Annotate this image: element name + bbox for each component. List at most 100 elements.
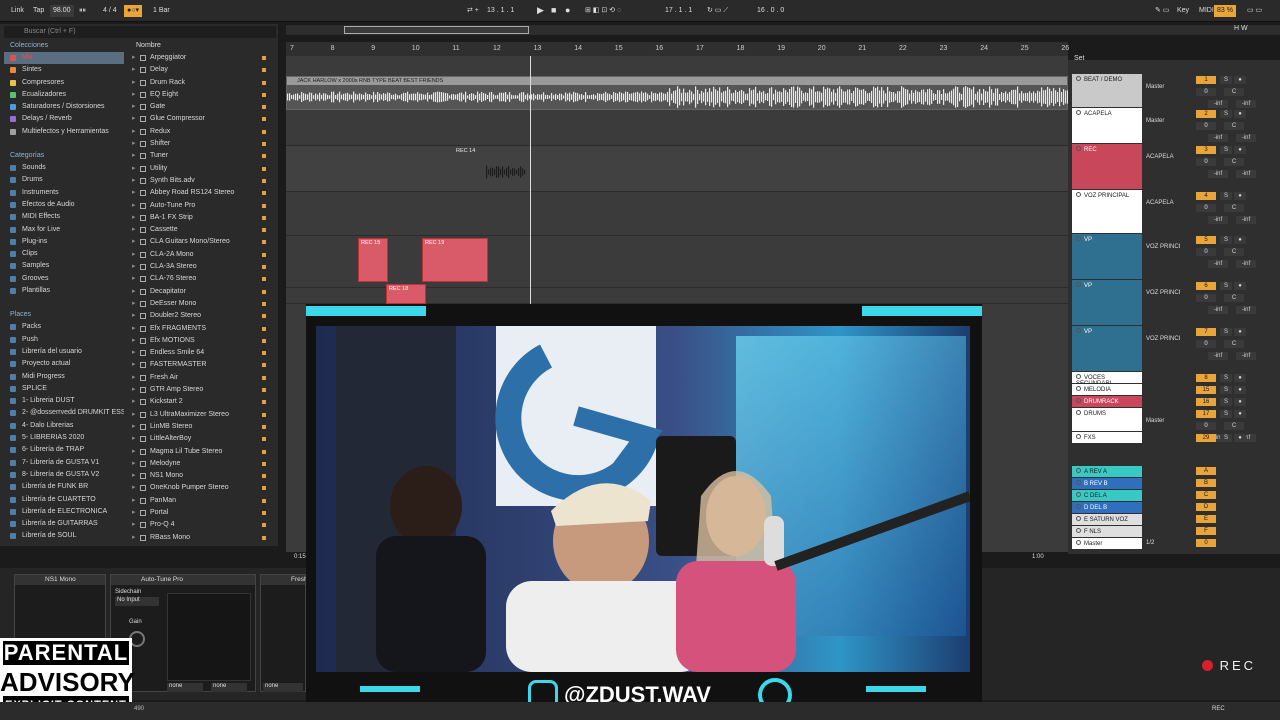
device-list-item[interactable]: ▸ L3 UltraMaximizer Stereo: [130, 409, 272, 421]
favorite-dot-icon[interactable]: [262, 265, 266, 270]
track-lane-vp2[interactable]: REC 18: [286, 284, 1068, 304]
expand-arrow-icon[interactable]: ▸: [132, 458, 136, 470]
solo-button[interactable]: S: [1220, 192, 1232, 200]
device-select[interactable]: none: [211, 683, 247, 692]
device-list-item[interactable]: ▸ Glue Compressor: [130, 113, 272, 125]
send-field[interactable]: -inf: [1236, 306, 1256, 314]
volume-field[interactable]: 0: [1196, 88, 1216, 96]
place-item[interactable]: Librería de SOUL: [4, 530, 124, 542]
track-number[interactable]: 6: [1196, 282, 1216, 290]
track-number[interactable]: 15: [1196, 386, 1216, 394]
place-item[interactable]: Push: [4, 334, 124, 346]
favorite-dot-icon[interactable]: [262, 510, 266, 515]
expand-arrow-icon[interactable]: ▸: [132, 519, 136, 531]
expand-arrow-icon[interactable]: ▸: [132, 101, 136, 113]
favorite-dot-icon[interactable]: [262, 117, 266, 122]
favorite-dot-icon[interactable]: [262, 228, 266, 233]
expand-arrow-icon[interactable]: ▸: [132, 126, 136, 138]
track-fold-icon[interactable]: [1076, 110, 1081, 115]
metronome-icon[interactable]: ⏸⏸: [76, 5, 89, 17]
pan-field[interactable]: C: [1224, 158, 1244, 166]
device-list-item[interactable]: ▸ Synth Bits.adv: [130, 175, 272, 187]
favorite-dot-icon[interactable]: [262, 142, 266, 147]
expand-arrow-icon[interactable]: ▸: [132, 384, 136, 396]
output-routing-select[interactable]: 1/2: [1146, 540, 1186, 546]
draw-mode-icon[interactable]: ✎ ▭: [1152, 5, 1172, 17]
favorite-dot-icon[interactable]: [262, 424, 266, 429]
arm-button[interactable]: ●: [1234, 76, 1246, 84]
mixer-track-header[interactable]: BEAT / DEMO: [1072, 74, 1142, 107]
expand-arrow-icon[interactable]: ▸: [132, 64, 136, 76]
track-fold-icon[interactable]: [1076, 192, 1081, 197]
expand-arrow-icon[interactable]: ▸: [132, 150, 136, 162]
place-item[interactable]: 7- Librería de GUSTA V1: [4, 457, 124, 469]
favorite-dot-icon[interactable]: [262, 289, 266, 294]
favorite-dot-icon[interactable]: [262, 449, 266, 454]
solo-button[interactable]: S: [1220, 434, 1232, 442]
category-item[interactable]: Instruments: [4, 187, 124, 199]
track-lane-vp1[interactable]: REC 15 REC 19: [286, 236, 1068, 288]
track-number[interactable]: A: [1196, 467, 1216, 475]
send-field[interactable]: -inf: [1236, 134, 1256, 142]
place-item[interactable]: SPLICE: [4, 383, 124, 395]
loop-icon[interactable]: ↻ ▭ ⟋: [704, 5, 731, 17]
expand-arrow-icon[interactable]: ▸: [132, 236, 136, 248]
expand-arrow-icon[interactable]: ▸: [132, 446, 136, 458]
track-lane-rec[interactable]: REC 14: [286, 146, 1068, 192]
expand-arrow-icon[interactable]: ▸: [132, 409, 136, 421]
track-fold-icon[interactable]: [1076, 76, 1081, 81]
follow-icon[interactable]: ⇄ +: [464, 5, 482, 17]
track-number[interactable]: 2: [1196, 110, 1216, 118]
track-number[interactable]: 17: [1196, 410, 1216, 418]
device-title[interactable]: Auto-Tune Pro: [111, 575, 255, 585]
expand-arrow-icon[interactable]: ▸: [132, 482, 136, 494]
device-list-item[interactable]: ▸ Doubler2 Stereo: [130, 310, 272, 322]
category-item[interactable]: Efectos de Audio: [4, 199, 124, 211]
volume-field[interactable]: 0: [1196, 422, 1216, 430]
solo-button[interactable]: S: [1220, 398, 1232, 406]
device-list-item[interactable]: ▸ Efx MOTIONS: [130, 335, 272, 347]
settings-icon[interactable]: ▭ ▭: [1244, 5, 1265, 17]
favorite-dot-icon[interactable]: [262, 388, 266, 393]
device-list-item[interactable]: ▸ Utility: [130, 163, 272, 175]
device-fresh[interactable]: Fresh none: [260, 574, 308, 692]
output-routing-select[interactable]: VOZ PRINCI: [1146, 244, 1186, 250]
expand-arrow-icon[interactable]: ▸: [132, 52, 136, 64]
mixer-track-header[interactable]: DRUMRACK: [1072, 396, 1142, 407]
mixer-track-header[interactable]: VP: [1072, 326, 1142, 371]
tempo-field[interactable]: 98.00: [50, 5, 74, 17]
audio-clip-rec19[interactable]: REC 19: [422, 238, 488, 282]
expand-arrow-icon[interactable]: ▸: [132, 212, 136, 224]
category-item[interactable]: Samples: [4, 260, 124, 272]
favorite-dot-icon[interactable]: [262, 277, 266, 282]
expand-arrow-icon[interactable]: ▸: [132, 335, 136, 347]
collection-item[interactable]: Mix: [4, 52, 124, 65]
mixer-track-header[interactable]: VOCES SECUNDARI: [1072, 372, 1142, 387]
send-field[interactable]: -inf: [1208, 134, 1228, 142]
track-fold-icon[interactable]: [1076, 528, 1081, 533]
collection-item[interactable]: Ecualizadores: [4, 89, 124, 101]
category-item[interactable]: Max for Live: [4, 224, 124, 236]
favorite-dot-icon[interactable]: [262, 338, 266, 343]
expand-arrow-icon[interactable]: ▸: [132, 224, 136, 236]
overdub-icon[interactable]: ⊞ ◧ ⊡ ⟲ ◌: [582, 5, 624, 17]
solo-button[interactable]: S: [1220, 76, 1232, 84]
device-list-item[interactable]: ▸ Endless Smile 64: [130, 347, 272, 359]
device-list-item[interactable]: ▸ Decapitator: [130, 286, 272, 298]
collection-item[interactable]: Delays / Reverb: [4, 113, 124, 125]
expand-arrow-icon[interactable]: ▸: [132, 286, 136, 298]
device-list-item[interactable]: ▸ Arpeggiator: [130, 52, 272, 64]
track-fold-icon[interactable]: [1076, 434, 1081, 439]
return-track-header[interactable]: D DEL B: [1072, 502, 1142, 513]
expand-arrow-icon[interactable]: ▸: [132, 175, 136, 187]
pan-field[interactable]: C: [1224, 422, 1244, 430]
category-item[interactable]: Grooves: [4, 273, 124, 285]
send-field[interactable]: -inf: [1236, 170, 1256, 178]
track-number[interactable]: 8: [1196, 374, 1216, 382]
pan-field[interactable]: C: [1224, 204, 1244, 212]
expand-arrow-icon[interactable]: ▸: [132, 470, 136, 482]
collection-item[interactable]: Compresores: [4, 77, 124, 89]
output-routing-select[interactable]: Master: [1146, 118, 1186, 124]
clip-label-rec14[interactable]: REC 14: [456, 148, 475, 154]
expand-arrow-icon[interactable]: ▸: [132, 347, 136, 359]
